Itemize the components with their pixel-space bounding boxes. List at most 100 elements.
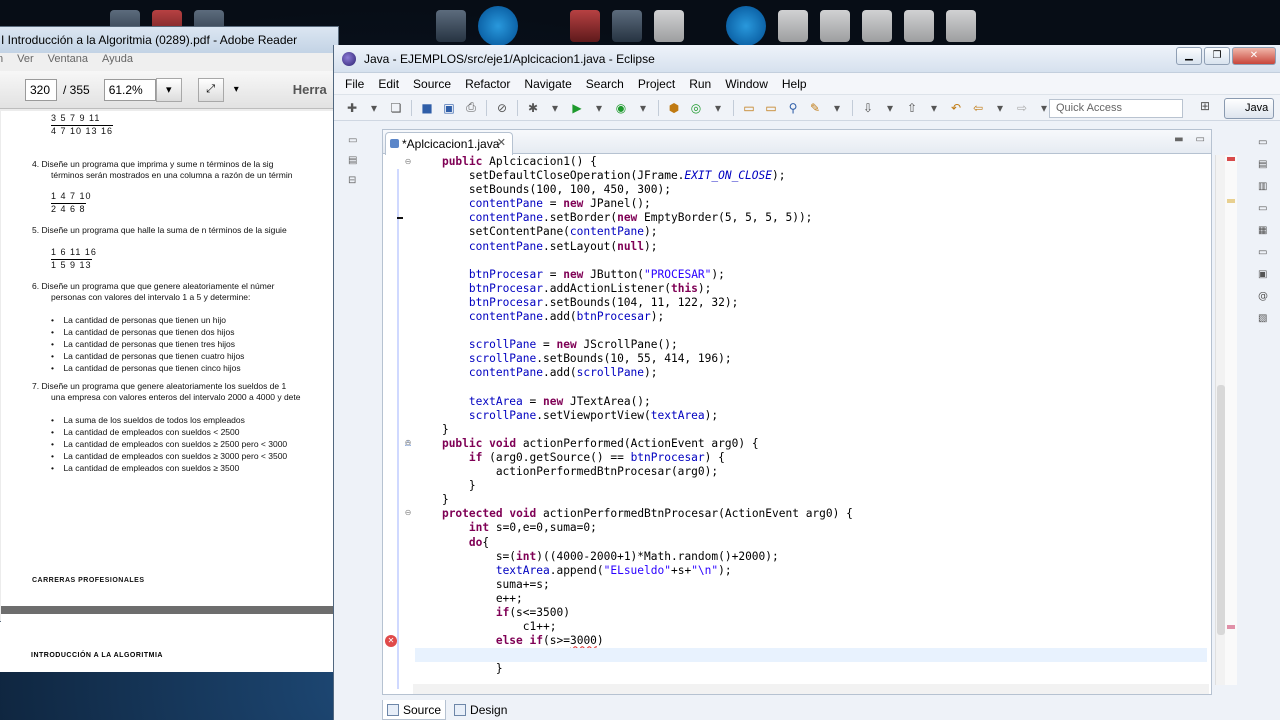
next-annotation-dropdown-icon[interactable]: ▾ — [880, 99, 900, 117]
back-dropdown-icon[interactable]: ▾ — [990, 99, 1010, 117]
new-dropdown-icon[interactable]: ▾ — [364, 99, 384, 117]
restore-icon[interactable]: ▭ — [1258, 203, 1272, 217]
skip-breakpoints-icon[interactable]: ⊘ — [492, 99, 512, 117]
error-overview-mark[interactable] — [1227, 157, 1235, 161]
desktop-app-icon[interactable] — [654, 10, 684, 42]
menu-project[interactable]: Project — [631, 77, 682, 91]
reader-menu-item[interactable]: Ayuda — [102, 53, 133, 71]
code-line[interactable]: setDefaultCloseOperation(JFrame.EXIT_ON_… — [415, 169, 1207, 183]
code-line[interactable]: setBounds(100, 100, 450, 300); — [415, 183, 1207, 197]
open-perspective-icon[interactable]: ⊞ — [1200, 99, 1218, 117]
toggle-annotation-icon[interactable]: ✎ — [805, 99, 825, 117]
code-line[interactable]: contentPane.setBorder(new EmptyBorder(5,… — [415, 211, 1207, 225]
source-tab[interactable]: Source — [382, 700, 447, 720]
code-line[interactable]: if(s<=3500) — [415, 606, 1207, 620]
desktop-app-icon[interactable] — [946, 10, 976, 42]
run-dropdown-icon[interactable]: ▾ — [589, 99, 609, 117]
horizontal-scrollbar[interactable] — [413, 684, 1209, 694]
maximize-icon[interactable]: ▭ — [1196, 134, 1205, 145]
desktop-app-icon[interactable] — [478, 6, 518, 46]
fold-toggle-icon[interactable]: ⊖ — [403, 508, 413, 518]
menu-file[interactable]: File — [338, 77, 371, 91]
desktop-app-icon[interactable] — [570, 10, 600, 42]
page-number-input[interactable]: 320 — [25, 78, 57, 101]
code-line[interactable]: } — [415, 662, 1207, 676]
annotation-dropdown-icon[interactable]: ▾ — [827, 99, 847, 117]
desktop-app-icon[interactable] — [904, 10, 934, 42]
menu-refactor[interactable]: Refactor — [458, 77, 517, 91]
fit-page-button[interactable]: ⤢ — [197, 77, 224, 102]
new-java-project-icon[interactable]: ⬢ — [664, 99, 684, 117]
code-line[interactable] — [415, 254, 1207, 268]
code-line[interactable]: suma+=s; — [415, 578, 1207, 592]
code-line[interactable]: public Aplcicacion1() { — [415, 155, 1207, 169]
task-list-icon[interactable]: ▤ — [1258, 159, 1272, 173]
zoom-input[interactable]: 61.2% — [103, 78, 156, 101]
code-line[interactable]: e++; — [415, 592, 1207, 606]
code-line[interactable]: textArea = new JTextArea(); — [415, 395, 1207, 409]
outline-icon[interactable]: ▥ — [1258, 181, 1272, 195]
desktop-app-icon[interactable] — [612, 10, 642, 42]
save-all-icon[interactable]: ▣ — [439, 99, 459, 117]
vertical-scrollbar[interactable] — [1215, 155, 1225, 685]
desktop-app-icon[interactable] — [820, 10, 850, 42]
code-line[interactable]: s=(int)((4000-2000+1)*Math.random()+2000… — [415, 550, 1207, 564]
outline-view-icon[interactable]: ▦ — [1258, 225, 1272, 239]
desktop-app-icon[interactable] — [436, 10, 466, 42]
code-line[interactable]: scrollPane.setBounds(10, 55, 414, 196); — [415, 352, 1207, 366]
menu-navigate[interactable]: Navigate — [517, 77, 578, 91]
fold-toggle-icon[interactable]: ⊖ — [403, 438, 413, 448]
code-line[interactable]: protected void actionPerformedBtnProcesa… — [415, 507, 1207, 521]
reader-menu-item[interactable]: n — [0, 53, 3, 71]
previous-annotation-icon[interactable]: ⇧ — [902, 99, 922, 117]
code-line[interactable]: } — [415, 493, 1207, 507]
menu-help[interactable]: Help — [775, 77, 814, 91]
menu-window[interactable]: Window — [718, 77, 775, 91]
menu-source[interactable]: Source — [406, 77, 458, 91]
new-package-icon[interactable]: ◎ — [686, 99, 706, 117]
menu-run[interactable]: Run — [682, 77, 718, 91]
open-task-icon[interactable]: ▭ — [761, 99, 781, 117]
search-icon[interactable]: ⚲ — [783, 99, 803, 117]
zoom-dropdown-button[interactable]: ▾ — [155, 77, 182, 102]
menu-edit[interactable]: Edit — [371, 77, 406, 91]
code-line[interactable]: scrollPane = new JScrollPane(); — [415, 338, 1207, 352]
code-line[interactable]: c1++; — [415, 620, 1207, 634]
code-line[interactable]: } — [415, 479, 1207, 493]
desktop-app-icon[interactable] — [726, 6, 766, 46]
code-line[interactable] — [415, 324, 1207, 338]
package-explorer-icon[interactable]: ▤ — [348, 155, 364, 169]
restore-icon[interactable]: ▭ — [1258, 137, 1272, 151]
debug-icon[interactable]: ✱ — [523, 99, 543, 117]
open-type-icon[interactable]: ❏ — [386, 99, 406, 117]
code-line[interactable]: contentPane = new JPanel(); — [415, 197, 1207, 211]
eclipse-title-bar[interactable]: Java - EJEMPLOS/src/eje1/Aplcicacion1.ja… — [334, 45, 1280, 73]
code-line[interactable]: int s=0,e=0,suma=0; — [415, 521, 1207, 535]
code-line[interactable] — [415, 381, 1207, 395]
warning-overview-mark[interactable] — [1227, 199, 1235, 203]
save-icon[interactable]: ■ — [417, 99, 437, 117]
declaration-icon[interactable]: ▧ — [1258, 313, 1272, 327]
code-line[interactable]: actionPerformedBtnProcesar(arg0); — [415, 465, 1207, 479]
desktop-app-icon[interactable] — [778, 10, 808, 42]
chevron-down-icon[interactable]: ▾ — [234, 84, 239, 95]
previous-annotation-dropdown-icon[interactable]: ▾ — [924, 99, 944, 117]
java-perspective-button[interactable]: Java — [1224, 98, 1274, 119]
forward-icon[interactable]: ⇨ — [1012, 99, 1032, 117]
code-line[interactable]: textArea.append("ELsueldo"+s+"\n"); — [415, 564, 1207, 578]
code-line[interactable] — [415, 648, 1207, 663]
scrollbar-thumb[interactable] — [1217, 385, 1225, 635]
restore-icon[interactable]: ▭ — [348, 135, 364, 149]
code-line[interactable]: contentPane.add(scrollPane); — [415, 366, 1207, 380]
new-class-dropdown-icon[interactable]: ▾ — [708, 99, 728, 117]
close-tab-icon[interactable]: ✕ — [497, 136, 506, 149]
maximize-button[interactable]: ❐ — [1204, 47, 1230, 65]
problems-icon[interactable]: ▣ — [1258, 269, 1272, 283]
editor-tab-aplcicacion1[interactable]: *Aplcicacion1.java ✕ — [385, 132, 513, 155]
error-marker-icon[interactable]: ✕ — [385, 635, 397, 647]
next-annotation-icon[interactable]: ⇩ — [858, 99, 878, 117]
restore-icon[interactable]: ▭ — [1258, 247, 1272, 261]
code-line[interactable]: btnProcesar.addActionListener(this); — [415, 282, 1207, 296]
back-icon[interactable]: ⇦ — [968, 99, 988, 117]
code-line[interactable]: do{ — [415, 536, 1207, 550]
